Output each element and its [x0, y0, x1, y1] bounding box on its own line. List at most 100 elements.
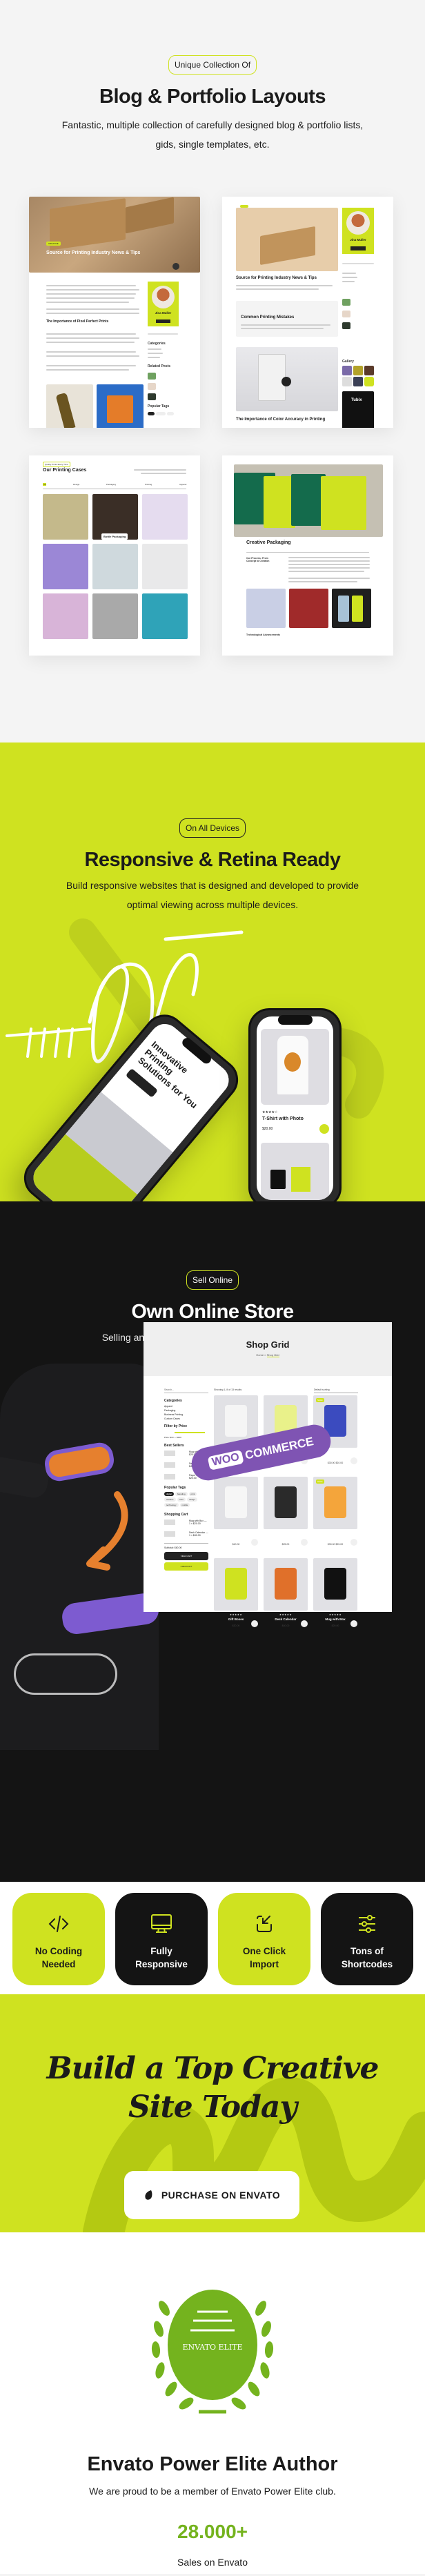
promo-banner[interactable]	[342, 391, 374, 428]
tag-chip[interactable]: color	[177, 1497, 186, 1502]
preview-blog-list[interactable]: Source for Printing Industry News & Tips…	[222, 197, 393, 428]
cart-item[interactable]: Mug with Box — 1 × $20.00	[164, 1519, 208, 1525]
online-store-section: Sell Online Own Online Store Selling any…	[0, 1201, 425, 1882]
post-heading: The Importance of Pixel Perfect Prints	[46, 319, 109, 324]
portfolio-thumb[interactable]	[142, 593, 188, 639]
category-link[interactable]: Packaging	[164, 1409, 208, 1412]
portfolio-thumb[interactable]	[142, 494, 188, 540]
search-input[interactable]: Search...	[164, 1388, 208, 1393]
gallery-thumb[interactable]	[364, 366, 374, 375]
post-title[interactable]: The Importance of Color Accuracy in Prin…	[236, 417, 325, 422]
filter-apparel[interactable]: Apparel	[179, 483, 186, 486]
product-image[interactable]	[313, 1558, 357, 1611]
product-image[interactable]	[214, 1477, 258, 1529]
portfolio-thumb[interactable]	[43, 593, 88, 639]
breadcrumb-home[interactable]: Home	[256, 1353, 264, 1357]
sorting-select[interactable]: Default sorting	[314, 1388, 358, 1393]
tags-heading: Popular Tags	[164, 1485, 186, 1490]
product-image[interactable]	[264, 1477, 308, 1529]
portfolio-thumb[interactable]	[92, 544, 138, 589]
category-link[interactable]: Apparel	[164, 1405, 208, 1408]
product-name[interactable]: Gift Boxes	[214, 1618, 258, 1621]
portfolio-thumb[interactable]	[43, 494, 88, 540]
social-links[interactable]	[156, 319, 170, 323]
view-cart-button[interactable]: VIEW CART	[164, 1551, 208, 1560]
category-link[interactable]: Business Printing	[164, 1413, 208, 1416]
checkout-button[interactable]: CHECKOUT	[164, 1562, 208, 1571]
portfolio-thumb[interactable]	[92, 593, 138, 639]
share-button[interactable]	[172, 263, 179, 270]
post-title[interactable]: Source for Printing Industry News & Tips	[46, 250, 140, 255]
tag-chip[interactable]	[148, 412, 155, 415]
filter-design[interactable]: Design	[73, 483, 79, 486]
product-name[interactable]: T-Shirt with Graffiti	[214, 1536, 258, 1540]
preview-portfolio-single[interactable]: Creative Packaging Our Process: From Con…	[222, 455, 393, 656]
post-title[interactable]: Source for Printing Industry News & Tips	[236, 276, 317, 280]
import-icon	[257, 1916, 272, 1932]
add-to-cart-button[interactable]	[301, 1620, 308, 1627]
product-name[interactable]: Paper Foodbox	[313, 1536, 357, 1540]
filter-printing[interactable]: Printing	[145, 483, 152, 486]
add-to-cart-button[interactable]	[350, 1620, 357, 1627]
tag-chip[interactable]: design	[187, 1497, 197, 1502]
text-line	[288, 581, 357, 582]
product-card[interactable]: ★★★★★ T-Shirt with Graffiti $40.00	[214, 1477, 258, 1546]
portfolio-thumb[interactable]	[142, 544, 188, 589]
product-card[interactable]: SALE ★★★★★ Paper Foodbox $30.00 $25.00	[313, 1477, 357, 1546]
product-image[interactable]: SALE	[313, 1477, 357, 1529]
add-to-cart-button[interactable]	[350, 1457, 357, 1464]
filter-packaging[interactable]: Packaging	[106, 483, 116, 486]
add-to-cart-button[interactable]	[350, 1539, 357, 1546]
author-avatar	[346, 211, 370, 235]
feature-card-no-coding: No Coding Needed	[12, 1893, 105, 1985]
play-button[interactable]	[281, 377, 291, 386]
add-to-cart-button[interactable]	[251, 1539, 258, 1546]
tag-chip[interactable]: technology	[164, 1502, 179, 1507]
tag-chip[interactable]	[167, 412, 174, 415]
gallery-search-button[interactable]	[364, 377, 374, 386]
add-to-cart-button[interactable]	[251, 1620, 258, 1627]
tag-chip[interactable]: digital	[164, 1491, 174, 1496]
price-slider[interactable]	[175, 1432, 205, 1433]
product-name[interactable]: T-Shirt with Photo	[262, 1117, 304, 1121]
tag-chip[interactable]: branding	[175, 1491, 188, 1496]
author-avatar	[152, 286, 175, 308]
text-line	[46, 308, 139, 310]
cart-heading: Shopping Cart	[164, 1512, 188, 1517]
product-card[interactable]: ★★★★★ Gift Boxes $30.00	[214, 1558, 258, 1627]
product-card[interactable]: ★★★★★ Slogan Print Hoodie $25.00	[264, 1477, 308, 1546]
filter-all[interactable]: All	[43, 483, 47, 486]
add-to-cart-button[interactable]	[301, 1539, 308, 1546]
text-line	[46, 313, 139, 314]
phone-right: ★★★★☆ T-Shirt with Photo $20.00	[248, 1008, 342, 1201]
preview-single-post[interactable]: CREATIVE Source for Printing Industry Ne…	[29, 197, 200, 428]
category-link[interactable]: Custom Cases	[164, 1417, 208, 1420]
hover-item-label[interactable]: Bottle Packaging	[101, 533, 128, 540]
search-input[interactable]	[148, 333, 178, 335]
product-card[interactable]: ★★★★★ Mug with Box $20.00	[313, 1558, 357, 1627]
tag-chip[interactable]: creative	[164, 1497, 176, 1502]
gallery-thumb[interactable]	[342, 377, 352, 386]
product-image[interactable]	[264, 1558, 308, 1611]
add-to-cart-button[interactable]	[319, 1124, 329, 1134]
product-name[interactable]: Mug with Box	[313, 1618, 357, 1621]
search-input[interactable]	[342, 263, 374, 264]
section-badge: Sell Online	[186, 1270, 239, 1290]
portfolio-thumb[interactable]	[43, 544, 88, 589]
tag-chip[interactable]	[156, 412, 166, 415]
purchase-button[interactable]: PURCHASE ON ENVATO	[124, 2171, 299, 2219]
product-name[interactable]: Desk Calendar	[264, 1618, 308, 1621]
cart-item[interactable]: Desk Calendar — 1 × $40.00	[164, 1531, 208, 1537]
gallery-thumb[interactable]	[353, 377, 363, 386]
gallery-thumb[interactable]	[353, 366, 363, 375]
hang-tag	[352, 596, 363, 622]
product-name[interactable]: Slogan Print Hoodie	[264, 1536, 308, 1540]
post-title[interactable]: Common Printing Mistakes	[241, 315, 294, 319]
tag-chip[interactable]: mobile	[179, 1502, 190, 1507]
social-links[interactable]	[350, 246, 366, 250]
product-card[interactable]: ★★★★★ Desk Calendar $40.00	[264, 1558, 308, 1627]
preview-portfolio-grid[interactable]: Quality Prints Every Time Our Printing C…	[29, 455, 200, 656]
product-image[interactable]	[214, 1558, 258, 1611]
gallery-thumb[interactable]	[342, 366, 352, 375]
tag-chip[interactable]: print	[188, 1491, 197, 1496]
